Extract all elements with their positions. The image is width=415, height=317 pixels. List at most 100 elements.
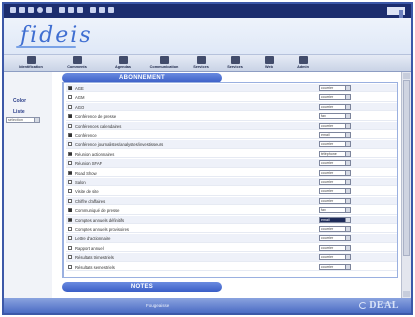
delivery-method-select[interactable]: courrier — [319, 235, 351, 242]
list-item: Salon courrier — [66, 178, 397, 187]
delivery-method-value: courrier — [321, 180, 334, 184]
checkbox[interactable] — [68, 151, 72, 156]
nav-label: Admin — [297, 65, 309, 69]
nav-label: Comments — [67, 65, 87, 69]
delivery-method-select[interactable]: fax — [319, 207, 351, 214]
main-panel: ABONNEMENT AGE courrier AGM courrier AGO cour… — [52, 72, 401, 298]
scroll-thumb[interactable] — [403, 80, 410, 256]
chevron-down-icon — [345, 236, 350, 241]
edit-icon[interactable] — [108, 7, 114, 13]
nav-item-web[interactable]: Web — [252, 56, 286, 69]
logo-swoosh — [16, 46, 76, 48]
checkbox[interactable] — [68, 255, 72, 260]
list-item: Résultats trimestriels courrier — [66, 253, 397, 262]
nav-item-comments[interactable]: Comments — [60, 56, 94, 69]
checkbox[interactable] — [68, 161, 72, 166]
search-icon[interactable] — [59, 7, 65, 13]
nav-item-services-2[interactable]: Services — [218, 56, 252, 69]
nav-label: Agendas — [114, 65, 132, 69]
history-icon[interactable] — [77, 7, 83, 13]
checkbox[interactable] — [68, 170, 72, 175]
checkbox[interactable] — [68, 264, 72, 269]
chevron-down-icon — [345, 114, 350, 119]
refresh-icon[interactable] — [37, 7, 43, 13]
vertical-scrollbar[interactable] — [401, 72, 411, 298]
delivery-method-select[interactable]: courrier — [319, 244, 351, 251]
delivery-method-select[interactable]: fax — [319, 113, 351, 120]
section-header-notes[interactable]: NOTES — [62, 282, 222, 292]
checkbox[interactable] — [68, 208, 72, 213]
delivery-method-select[interactable]: email — [319, 132, 351, 138]
checkbox[interactable] — [68, 123, 72, 128]
checkbox[interactable] — [68, 86, 72, 90]
nav-item-agendas[interactable]: Agendas — [106, 56, 140, 69]
delivery-method-select[interactable]: courrier — [319, 103, 351, 110]
fideis-logo: fideis — [20, 23, 93, 48]
nav-label: Communication — [149, 65, 179, 69]
delivery-method-select[interactable]: courrier — [319, 188, 351, 195]
scroll-up-arrow-icon[interactable] — [403, 73, 410, 79]
delivery-method-select[interactable]: courrier — [319, 179, 351, 185]
delivery-method-value: courrier — [321, 123, 334, 128]
nav-item-admin[interactable]: Admin — [286, 56, 320, 69]
checkbox[interactable] — [68, 180, 72, 184]
delivery-method-select[interactable]: courrier — [319, 263, 351, 270]
chevron-down-icon — [345, 161, 350, 166]
home-icon[interactable] — [46, 7, 52, 13]
delivery-method-select[interactable]: courrier — [319, 169, 351, 176]
print-icon[interactable] — [99, 7, 105, 13]
mail-icon[interactable] — [90, 7, 96, 13]
list-item-label: Rapport annuel — [75, 245, 104, 251]
sidebar: Color Liste sélection — [4, 72, 52, 298]
delivery-method-select[interactable]: courrier — [319, 197, 351, 204]
delivery-method-value: courrier — [321, 86, 334, 90]
chevron-down-icon — [345, 245, 350, 250]
checkbox[interactable] — [68, 198, 72, 203]
favorites-icon[interactable] — [68, 7, 74, 13]
checkbox[interactable] — [68, 217, 72, 222]
list-select-value: sélection — [8, 118, 23, 122]
delivery-method-select[interactable]: courrier — [319, 94, 351, 101]
checkbox[interactable] — [68, 95, 72, 100]
chevron-down-icon — [345, 180, 350, 184]
nav-item-services[interactable]: Services — [184, 56, 218, 69]
footer: Fougeaisse simplicité DEAL — [4, 298, 411, 313]
delivery-method-select[interactable]: courrier — [319, 122, 351, 129]
chevron-down-icon — [345, 208, 350, 213]
list-item: Visite de site courrier — [66, 187, 397, 196]
checkbox[interactable] — [68, 227, 72, 231]
checkbox[interactable] — [68, 133, 72, 137]
delivery-method-value: fax — [321, 114, 326, 119]
delivery-method-select[interactable]: téléphone — [319, 150, 351, 157]
delivery-method-select[interactable]: courrier — [319, 141, 351, 148]
list-item: Communiqué de presse fax — [66, 206, 397, 215]
list-item: AGM courrier — [66, 93, 397, 102]
checkbox[interactable] — [68, 114, 72, 119]
list-select[interactable]: sélection — [6, 117, 40, 123]
checkbox[interactable] — [68, 142, 72, 147]
checkbox[interactable] — [68, 245, 72, 250]
scroll-down-arrow-icon[interactable] — [403, 291, 410, 297]
list-item: Résultats semestriels courrier — [66, 262, 397, 271]
delivery-method-value: email — [321, 133, 330, 137]
list-item: Conférence email — [66, 131, 397, 140]
list-item-label: Chiffre d'affaires — [75, 198, 106, 204]
delivery-method-select[interactable]: email — [319, 216, 351, 223]
stop-icon[interactable] — [28, 7, 34, 13]
list-item-label: Résultats trimestriels — [75, 255, 114, 261]
checkbox[interactable] — [68, 189, 72, 194]
delivery-method-select[interactable]: courrier — [319, 226, 351, 232]
checkbox[interactable] — [68, 236, 72, 241]
checkbox[interactable] — [68, 104, 72, 109]
back-icon[interactable] — [10, 7, 16, 13]
delivery-method-select[interactable]: courrier — [319, 85, 351, 91]
delivery-method-select[interactable]: courrier — [319, 160, 351, 167]
nav-item-identification[interactable]: Identification — [14, 56, 48, 69]
chevron-down-icon — [345, 95, 350, 100]
forward-icon[interactable] — [19, 7, 25, 13]
browser-throbber — [387, 7, 405, 18]
delivery-method-select[interactable]: courrier — [319, 254, 351, 261]
list-item-label: Comptes annuels définitifs — [75, 217, 125, 223]
delivery-method-value: courrier — [321, 170, 334, 175]
nav-item-communication[interactable]: Communication — [147, 56, 181, 69]
